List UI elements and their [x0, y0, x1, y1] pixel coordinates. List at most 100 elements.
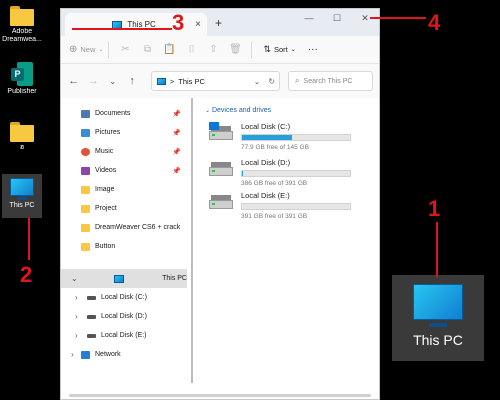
cut-icon[interactable]: ✂ [114, 44, 136, 55]
nav-pane-scrollbar[interactable] [191, 98, 193, 383]
recent-chevron-icon[interactable]: ⌄ [106, 77, 119, 86]
nav-item-image[interactable]: Image [61, 180, 187, 199]
refresh-icon[interactable]: ↻ [268, 77, 279, 86]
monitor-icon [10, 178, 34, 200]
sort-button[interactable]: ⇅ Sort ⌄ [263, 44, 295, 55]
nav-item-videos[interactable]: Videos 📌 [61, 161, 187, 180]
nav-item-label: DreamWeaver CS6 + crack [95, 224, 181, 231]
desktop-icon-folder-thai[interactable]: ฮ [0, 122, 44, 152]
nav-item-drive-e[interactable]: › Local Disk (E:) [61, 326, 187, 345]
explorer-body: Documents 📌 Pictures 📌 Music 📌 Videos 📌 [61, 98, 379, 399]
nav-item-label: Local Disk (D:) [101, 313, 147, 320]
chevron-right-icon[interactable]: › [71, 350, 74, 359]
pin-icon[interactable]: 📌 [172, 129, 181, 137]
nav-item-label: This PC [162, 275, 187, 282]
delete-icon[interactable]: 🗑 [224, 44, 246, 55]
sort-icon: ⇅ [263, 44, 271, 54]
drive-icon [87, 295, 96, 300]
new-button[interactable]: ⊕ New ⌄ [69, 44, 103, 55]
share-icon[interactable]: ⇪ [202, 44, 224, 55]
drive-usage-bar [241, 134, 351, 141]
nav-item-drive-c[interactable]: › Local Disk (C:) [61, 288, 187, 307]
nav-item-pictures[interactable]: Pictures 📌 [61, 123, 187, 142]
section-header-label: Devices and drives [211, 107, 272, 114]
copy-icon[interactable]: ⧉ [136, 44, 158, 55]
folder-icon [81, 204, 90, 213]
command-bar: ⊕ New ⌄ ✂ ⧉ 📋 ⌷ ⇪ 🗑 ⇅ Sort ⌄ ··· [61, 36, 379, 64]
up-arrow-icon[interactable]: ↑ [125, 75, 138, 87]
drive-name: Local Disk (C:) [241, 122, 291, 131]
nav-item-label: Button [95, 243, 116, 250]
drive-tile-e[interactable]: Local Disk (E:) 391 GB free of 391 GB [209, 189, 351, 220]
nav-item-documents[interactable]: Documents 📌 [61, 104, 187, 123]
pin-icon[interactable]: 📌 [172, 148, 181, 156]
chevron-down-icon[interactable]: ⌄ [71, 274, 78, 283]
desktop-icon-publisher[interactable]: P Publisher [0, 62, 44, 96]
nav-item-music[interactable]: Music 📌 [61, 142, 187, 161]
nav-item-dreamweaver[interactable]: DreamWeaver CS6 + crack [61, 218, 187, 237]
publisher-icon: P [11, 62, 33, 86]
rename-icon[interactable]: ⌷ [180, 44, 202, 55]
nav-item-label: Pictures [95, 129, 121, 136]
divider [108, 41, 110, 58]
close-tab-icon[interactable]: × [195, 19, 201, 30]
desktop-icon-this-pc[interactable]: This PC [2, 174, 42, 218]
more-options-button[interactable]: ··· [308, 44, 318, 55]
search-box[interactable]: ⌕ Search This PC [288, 71, 373, 91]
address-path: This PC [178, 76, 205, 86]
annotation-number-1: 1 [428, 196, 441, 221]
nav-item-label: Music [95, 148, 114, 155]
nav-item-network[interactable]: › Network [61, 345, 187, 364]
folder-icon [81, 242, 90, 251]
drive-name: Local Disk (D:) [241, 158, 291, 167]
annotation-number-4: 4 [428, 10, 441, 35]
nav-item-project[interactable]: Project [61, 199, 187, 218]
chevron-right-icon[interactable]: › [75, 293, 78, 302]
drive-usage-bar [241, 203, 351, 210]
pin-icon[interactable]: 📌 [172, 110, 181, 118]
tab-this-pc[interactable]: This PC × [65, 13, 207, 36]
drive-free-space: 77.9 GB free of 145 GB [241, 144, 309, 151]
new-tab-button[interactable]: + [215, 16, 222, 30]
annotation-line-1 [436, 222, 438, 277]
back-arrow-icon[interactable]: ← [67, 75, 80, 87]
chevron-down-icon: ⌄ [290, 47, 296, 53]
nav-item-drive-d[interactable]: › Local Disk (D:) [61, 307, 187, 326]
network-icon [81, 350, 90, 359]
chevron-right-icon[interactable]: › [75, 312, 78, 321]
drive-icon [87, 314, 96, 319]
navigation-pane: Documents 📌 Pictures 📌 Music 📌 Videos 📌 [61, 98, 187, 399]
nav-item-this-pc[interactable]: ⌄ This PC [61, 269, 187, 288]
monitor-icon [413, 284, 463, 327]
address-bar[interactable]: > This PC ⌄ ↻ [150, 71, 281, 91]
devices-and-drives-header[interactable]: ⌄ Devices and drives [205, 107, 271, 114]
folder-icon [10, 122, 34, 142]
chevron-right-icon[interactable]: › [75, 331, 78, 340]
drive-icon [209, 122, 233, 142]
drive-tile-d[interactable]: Local Disk (D:) 386 GB free of 391 GB [209, 156, 351, 187]
nav-item-button[interactable]: Button [61, 237, 187, 256]
nav-item-label: Documents [95, 110, 131, 117]
address-row: ← → ⌄ ↑ > This PC ⌄ ↻ ⌕ Search This PC [61, 64, 379, 98]
maximize-button[interactable]: ☐ [323, 9, 351, 27]
drive-icon [87, 333, 96, 338]
drive-free-space: 386 GB free of 391 GB [241, 180, 308, 187]
nav-item-label: Local Disk (E:) [101, 332, 147, 339]
pin-icon[interactable]: 📌 [172, 167, 181, 175]
drive-tile-c[interactable]: Local Disk (C:) 77.9 GB free of 145 GB [209, 120, 351, 151]
nav-item-label: Project [95, 205, 117, 212]
address-chevron: > [169, 76, 175, 86]
divider [251, 41, 253, 58]
this-pc-icon [114, 274, 125, 283]
desktop-icon-label: This PC [9, 202, 35, 209]
music-icon [81, 147, 90, 156]
forward-arrow-icon[interactable]: → [86, 75, 99, 87]
paste-icon[interactable]: 📋 [158, 44, 180, 55]
search-icon: ⌕ [295, 76, 300, 85]
address-dropdown-icon[interactable]: ⌄ [254, 77, 265, 86]
drive-icon [209, 162, 233, 178]
preview-tile-label: This PC [413, 332, 463, 348]
desktop-icon-adobe-dreamweaver[interactable]: Adobe Dreamwea... [0, 6, 44, 44]
minimize-button[interactable]: — [295, 9, 323, 27]
horizontal-scrollbar[interactable] [69, 394, 371, 397]
